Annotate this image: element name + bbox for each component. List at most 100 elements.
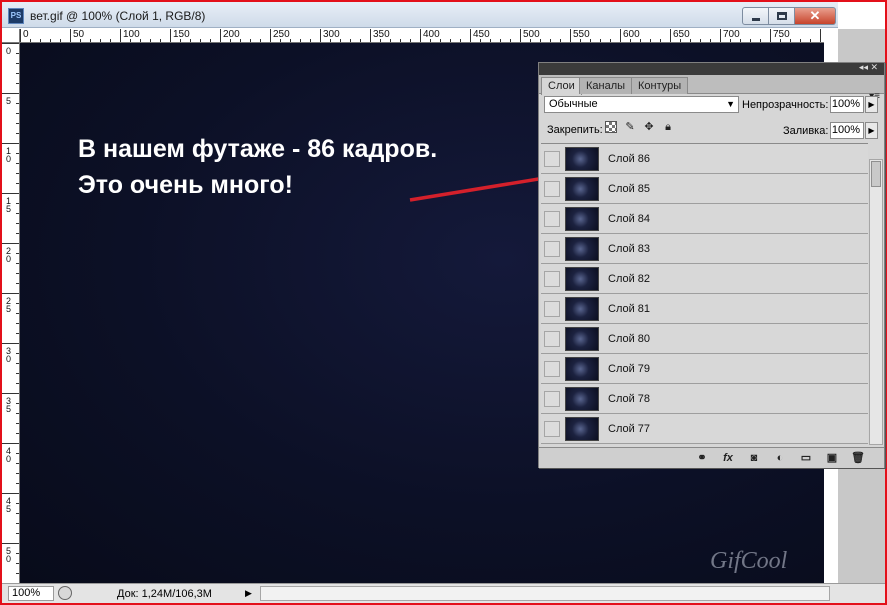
lock-transparency-icon[interactable]	[605, 121, 617, 133]
fill-arrow-icon[interactable]: ▶	[865, 122, 878, 139]
minimize-icon	[752, 18, 760, 21]
horizontal-scrollbar[interactable]	[260, 586, 830, 601]
visibility-toggle-icon[interactable]	[544, 391, 560, 407]
ruler-label: 250	[273, 29, 290, 40]
ruler-label: 550	[573, 29, 590, 40]
layer-name: Слой 81	[608, 303, 651, 315]
delete-layer-trash-icon[interactable]: 🗑︎	[850, 451, 866, 465]
ruler-label: 25	[6, 296, 12, 314]
layer-row[interactable]: Слой 85	[541, 174, 868, 204]
vertical-ruler[interactable]: 0 5 10 15 20 25 30 35 40 45 50	[2, 43, 20, 583]
adjustment-layer-icon[interactable]: ◐	[772, 451, 788, 465]
new-group-folder-icon[interactable]: ▭	[798, 451, 814, 465]
layer-row[interactable]: Слой 84	[541, 204, 868, 234]
ruler-label: 20	[6, 246, 12, 264]
visibility-toggle-icon[interactable]	[544, 151, 560, 167]
blend-mode-select[interactable]: Обычные ▼	[544, 96, 739, 113]
visibility-toggle-icon[interactable]	[544, 421, 560, 437]
status-bar: 100% Док: 1,24M/106,3M ▶	[2, 583, 885, 603]
panel-tabs: Слои Каналы Контуры ▾≡	[539, 75, 884, 102]
lock-pixels-brush-icon[interactable]: ✎	[624, 121, 636, 133]
link-layers-icon[interactable]: ⚭	[694, 451, 710, 465]
ruler-label: 150	[173, 29, 190, 40]
layer-thumbnail	[565, 327, 599, 351]
ruler-label: 750	[773, 29, 790, 40]
ruler-label: 200	[223, 29, 240, 40]
status-info-icon[interactable]	[58, 586, 72, 600]
layer-name: Слой 78	[608, 393, 651, 405]
horizontal-ruler[interactable]: 0 50 100 150 200 250 300 350 400 450 500 550 600 650 7…	[20, 29, 824, 43]
layer-name: Слой 83	[608, 243, 651, 255]
new-layer-icon[interactable]: ▣	[824, 451, 840, 465]
layer-row[interactable]: Слой 86	[541, 144, 868, 174]
layer-name: Слой 77	[608, 423, 651, 435]
layer-row[interactable]: Слой 77	[541, 414, 868, 444]
layer-row[interactable]: Слой 83	[541, 234, 868, 264]
watermark: GifCool	[710, 548, 788, 574]
ruler-label: 50	[6, 546, 12, 564]
tab-paths[interactable]: Контуры	[631, 77, 689, 94]
layer-thumbnail	[565, 177, 599, 201]
ruler-label: 350	[373, 29, 390, 40]
collapse-close-icon[interactable]: ◂◂ ✕	[859, 62, 878, 73]
ruler-label: 40	[6, 446, 12, 464]
blend-mode-value: Обычные	[549, 98, 598, 110]
zoom-level-field[interactable]: 100%	[8, 586, 54, 601]
opacity-arrow-icon[interactable]: ▶	[865, 96, 878, 113]
ruler-label: 300	[323, 29, 340, 40]
layer-thumbnail	[565, 357, 599, 381]
ruler-label: 10	[6, 146, 12, 164]
tab-channels[interactable]: Каналы	[579, 77, 633, 94]
ruler-label: 600	[623, 29, 640, 40]
add-mask-icon[interactable]: ◙	[746, 451, 762, 465]
photoshop-app-icon: PS	[8, 8, 24, 24]
ruler-label: 650	[673, 29, 690, 40]
ruler-origin[interactable]	[2, 29, 20, 43]
layer-row[interactable]: Слой 80	[541, 324, 868, 354]
lock-all-icon[interactable]: 🔒︎	[662, 121, 674, 133]
layer-name: Слой 85	[608, 183, 651, 195]
layer-row[interactable]: Слой 82	[541, 264, 868, 294]
panel-header[interactable]: ◂◂ ✕	[539, 62, 884, 75]
layer-style-fx-icon[interactable]: fx	[720, 451, 736, 465]
layer-row[interactable]: Слой 81	[541, 294, 868, 324]
title-bar[interactable]: PS вет.gif @ 100% (Слой 1, RGB/8) ✕	[2, 2, 838, 28]
layers-panel[interactable]: ◂◂ ✕ Слои Каналы Контуры ▾≡ Обычные ▼ Не…	[538, 62, 885, 468]
layer-thumbnail	[565, 417, 599, 441]
visibility-toggle-icon[interactable]	[544, 271, 560, 287]
layer-thumbnail	[565, 297, 599, 321]
layer-thumbnail	[565, 237, 599, 261]
maximize-button[interactable]	[768, 7, 795, 25]
ruler-label: 15	[6, 196, 12, 214]
close-button[interactable]: ✕	[794, 7, 836, 25]
visibility-toggle-icon[interactable]	[544, 181, 560, 197]
layers-scrollbar[interactable]	[869, 159, 883, 445]
visibility-toggle-icon[interactable]	[544, 211, 560, 227]
visibility-toggle-icon[interactable]	[544, 361, 560, 377]
layer-thumbnail	[565, 147, 599, 171]
ruler-label: 0	[6, 46, 12, 56]
ruler-label: 50	[73, 29, 85, 40]
ruler-label: 700	[723, 29, 740, 40]
status-menu-arrow-icon[interactable]: ▶	[245, 588, 252, 599]
scrollbar-thumb[interactable]	[871, 161, 881, 187]
layer-row[interactable]: Слой 78	[541, 384, 868, 414]
ruler-label: 100	[123, 29, 140, 40]
document-size-info: Док: 1,24M/106,3M	[117, 588, 212, 600]
layer-row[interactable]: Слой 79	[541, 354, 868, 384]
visibility-toggle-icon[interactable]	[544, 301, 560, 317]
visibility-toggle-icon[interactable]	[544, 241, 560, 257]
layer-thumbnail	[565, 267, 599, 291]
dropdown-arrow-icon: ▼	[726, 99, 735, 109]
ruler-label: 450	[473, 29, 490, 40]
fill-label: Заливка:	[783, 125, 829, 137]
minimize-button[interactable]	[742, 7, 769, 25]
opacity-input[interactable]: 100%	[830, 96, 864, 113]
ruler-label: 0	[23, 29, 29, 40]
window-controls: ✕	[742, 7, 836, 25]
tab-layers[interactable]: Слои	[541, 77, 582, 95]
visibility-toggle-icon[interactable]	[544, 331, 560, 347]
fill-input[interactable]: 100%	[830, 122, 864, 139]
lock-position-move-icon[interactable]: ✥	[643, 121, 655, 133]
panel-footer: ⚭ fx ◙ ◐ ▭ ▣ 🗑︎	[539, 447, 884, 468]
